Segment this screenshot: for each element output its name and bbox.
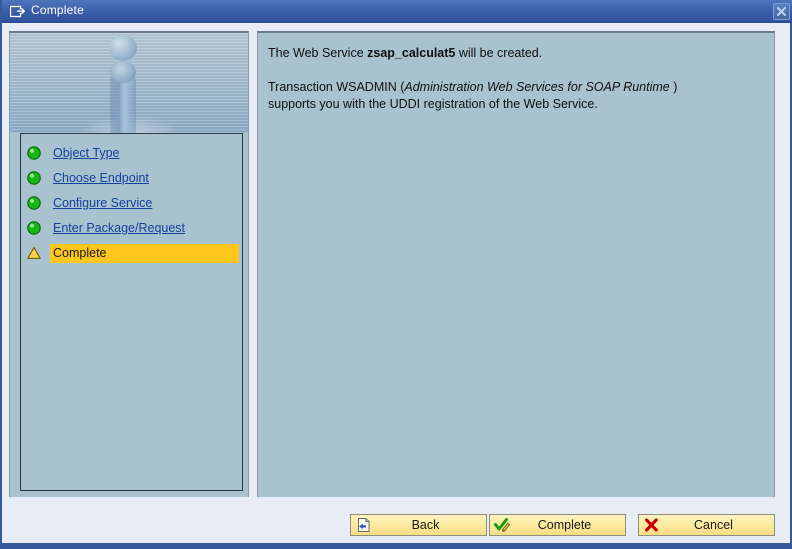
sidebar-item-label: Object Type	[53, 146, 120, 160]
transaction-prefix: Transaction WSADMIN (	[268, 80, 405, 94]
close-button[interactable]	[773, 3, 790, 20]
message-line-3: supports you with the UDDI registration …	[268, 97, 598, 111]
message-line-1-suffix: will be created.	[455, 46, 543, 60]
droplet-head	[109, 35, 137, 61]
wizard-step-list: Object Type Choose Endpoint Configure Se…	[20, 133, 243, 491]
droplet-bulb	[110, 61, 136, 83]
window-export-icon	[9, 4, 26, 18]
wizard-content-panel: The Web Service zsap_calculat5 will be c…	[257, 31, 775, 501]
transaction-description: Administration Web Services for SOAP Run…	[404, 80, 670, 94]
sidebar-item-label: Configure Service	[53, 196, 153, 210]
message-line-1: The Web Service zsap_calculat5 will be c…	[268, 45, 748, 62]
window-bottom-edge	[2, 543, 792, 547]
transaction-suffix: )	[669, 80, 678, 94]
message-line-1-prefix: The Web Service	[268, 46, 368, 60]
dialog-body: Object Type Choose Endpoint Configure Se…	[2, 23, 790, 526]
wizard-roadmap-panel: Object Type Choose Endpoint Configure Se…	[9, 31, 249, 501]
sidebar-item-label: Complete	[50, 244, 239, 263]
close-icon	[776, 6, 787, 17]
green-circle-icon	[26, 170, 42, 186]
sidebar-item-choose-endpoint[interactable]: Choose Endpoint	[21, 166, 242, 191]
yellow-triangle-icon	[26, 245, 42, 261]
splash-tile	[10, 33, 248, 133]
back-document-icon	[355, 517, 372, 533]
message-line-2: Transaction WSADMIN (Administration Web …	[268, 79, 748, 96]
complete-button[interactable]: Complete	[489, 514, 626, 536]
water-droplet-splash-image	[10, 33, 248, 133]
sidebar-item-configure-service[interactable]: Configure Service	[21, 191, 242, 216]
sidebar-item-object-type[interactable]: Object Type	[21, 141, 242, 166]
green-circle-icon	[26, 195, 42, 211]
green-circle-icon	[26, 220, 42, 236]
wizard-dialog: Complete Object Type Choose Endpoint Con…	[0, 0, 792, 549]
sidebar-item-complete[interactable]: Complete	[21, 241, 242, 266]
dialog-footer: Back Complete Cancel	[2, 497, 790, 545]
sidebar-item-label: Choose Endpoint	[53, 171, 149, 185]
title-bar: Complete	[2, 0, 792, 23]
completion-message: The Web Service zsap_calculat5 will be c…	[268, 45, 748, 113]
cancel-button[interactable]: Cancel	[638, 514, 775, 536]
red-x-icon	[643, 517, 660, 533]
green-circle-icon	[26, 145, 42, 161]
window-title: Complete	[31, 3, 84, 17]
back-button[interactable]: Back	[350, 514, 487, 536]
sidebar-item-enter-package-request[interactable]: Enter Package/Request	[21, 216, 242, 241]
splash-tile	[232, 33, 248, 133]
service-name: zsap_calculat5	[367, 46, 456, 60]
check-pencil-icon	[494, 517, 511, 533]
sidebar-item-label: Enter Package/Request	[53, 221, 186, 235]
